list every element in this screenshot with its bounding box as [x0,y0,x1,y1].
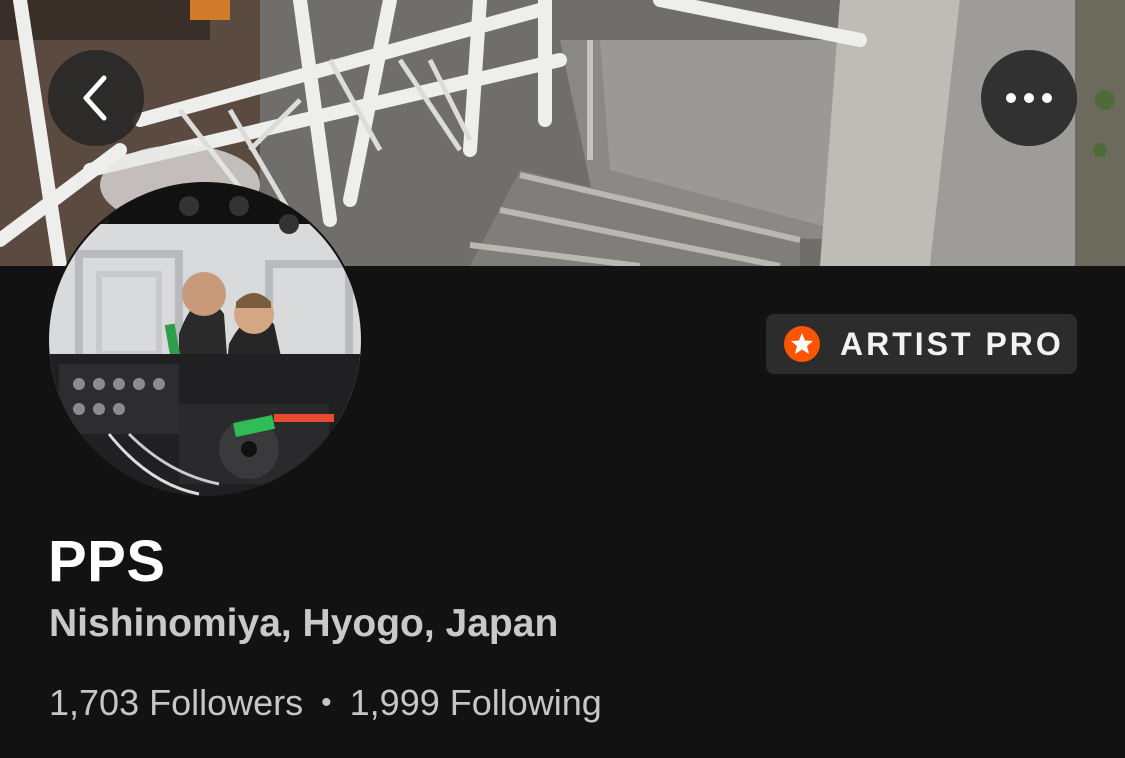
avatar-image [49,184,361,496]
following-link[interactable]: 1,999 Following [350,682,602,724]
stats-separator: • [321,686,332,719]
profile-location: Nishinomiya, Hyogo, Japan [49,602,559,645]
artist-pro-badge: ARTIST PRO [766,314,1077,374]
profile-stats: 1,703 Followers • 1,999 Following [49,682,602,724]
profile-name: PPS [48,529,166,594]
star-badge-icon [784,326,820,362]
badge-label: ARTIST PRO [840,325,1064,362]
profile-page: ARTIST PRO PPS Nishinomiya, Hyogo, Japan… [0,0,1125,758]
followers-link[interactable]: 1,703 Followers [49,682,303,724]
back-button[interactable] [48,50,144,146]
ellipsis-icon [1006,93,1052,103]
avatar[interactable] [47,182,363,498]
chevron-left-icon [83,75,107,121]
more-options-button[interactable] [981,50,1077,146]
